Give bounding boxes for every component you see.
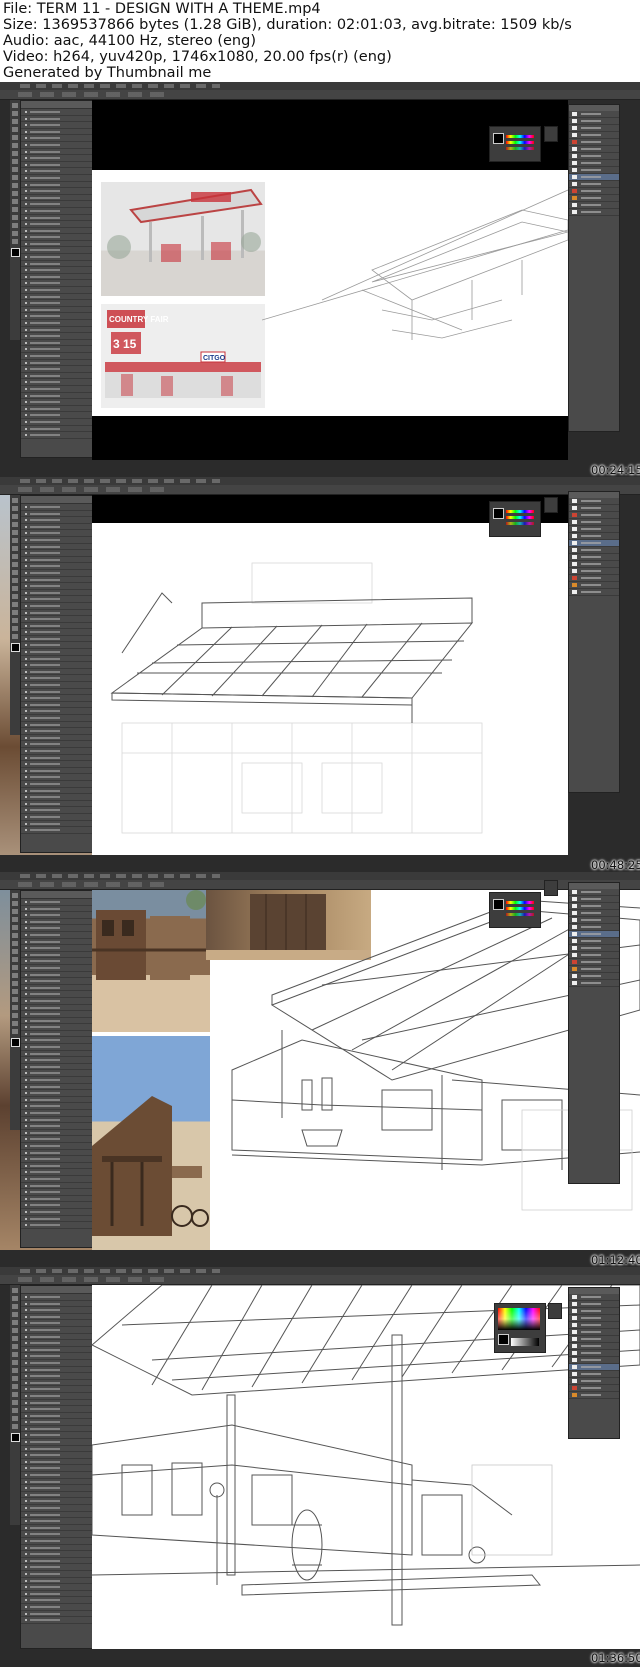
- color-swatch-icon[interactable]: [11, 248, 20, 257]
- actions-panel[interactable]: [20, 100, 93, 458]
- document-canvas[interactable]: [92, 523, 568, 855]
- actions-panel[interactable]: [20, 890, 93, 1248]
- color-picker-panel[interactable]: [494, 1303, 546, 1353]
- video-info-header: File: TERM 11 - DESIGN WITH A THEME.mp4 …: [0, 0, 640, 82]
- timestamp: 01:12:40: [591, 1253, 640, 1267]
- mini-panel[interactable]: [544, 126, 558, 142]
- canopy-sketch: [110, 562, 483, 834]
- timestamp: 00:24:15: [591, 463, 640, 477]
- frame-3: 01:12:40: [0, 872, 640, 1267]
- options-bar[interactable]: [0, 1275, 640, 1285]
- mini-panel[interactable]: [544, 497, 558, 513]
- options-bar[interactable]: [0, 90, 640, 100]
- document-canvas[interactable]: [92, 1285, 640, 1649]
- foreground-color-icon[interactable]: [493, 899, 504, 910]
- canopy-with-props-sketch: [92, 1285, 640, 1626]
- western-street-photo: [92, 890, 210, 1032]
- foreground-color-icon[interactable]: [493, 508, 504, 519]
- actions-panel[interactable]: [20, 495, 93, 853]
- mini-panel[interactable]: [544, 880, 558, 896]
- color-swatch-icon[interactable]: [11, 643, 20, 652]
- generator-info: Generated by Thumbnail me: [3, 65, 212, 81]
- frame-1: COUNTRY FAIR 3 15 CITGO 00:24:15: [0, 82, 640, 477]
- citgo-text: CITGO: [203, 355, 226, 362]
- price-text: 3 15: [113, 337, 137, 351]
- document-canvas[interactable]: [92, 890, 640, 1250]
- perspective-sketch: [262, 189, 568, 340]
- station-sign-photo: COUNTRY FAIR 3 15 CITGO: [101, 304, 265, 408]
- color-panel[interactable]: [489, 892, 541, 928]
- western-town-photo: [92, 1036, 210, 1250]
- mini-panel[interactable]: [548, 1303, 562, 1319]
- color-panel[interactable]: [489, 501, 541, 537]
- options-bar[interactable]: [0, 485, 640, 495]
- timestamp: 00:48:25: [591, 858, 640, 872]
- gas-station-photo: [101, 182, 265, 296]
- frame-2: 00:48:25: [0, 477, 640, 872]
- tool-icon[interactable]: [12, 103, 18, 108]
- color-swatch-icon[interactable]: [11, 1433, 20, 1442]
- foreground-color-icon[interactable]: [493, 133, 504, 144]
- timestamp: 01:36:50: [591, 1651, 640, 1665]
- layers-panel[interactable]: [568, 1287, 620, 1439]
- layers-panel[interactable]: [568, 491, 620, 793]
- color-swatch-icon[interactable]: [11, 1038, 20, 1047]
- country-fair-text: COUNTRY FAIR: [109, 315, 169, 324]
- color-panel[interactable]: [489, 126, 541, 162]
- layers-panel[interactable]: [568, 882, 620, 1184]
- foreground-color-icon[interactable]: [498, 1334, 509, 1345]
- layers-panel[interactable]: [568, 104, 620, 432]
- frame-4: 01:36:50: [0, 1267, 640, 1667]
- actions-panel[interactable]: [20, 1285, 93, 1649]
- document-canvas[interactable]: COUNTRY FAIR 3 15 CITGO: [92, 170, 568, 416]
